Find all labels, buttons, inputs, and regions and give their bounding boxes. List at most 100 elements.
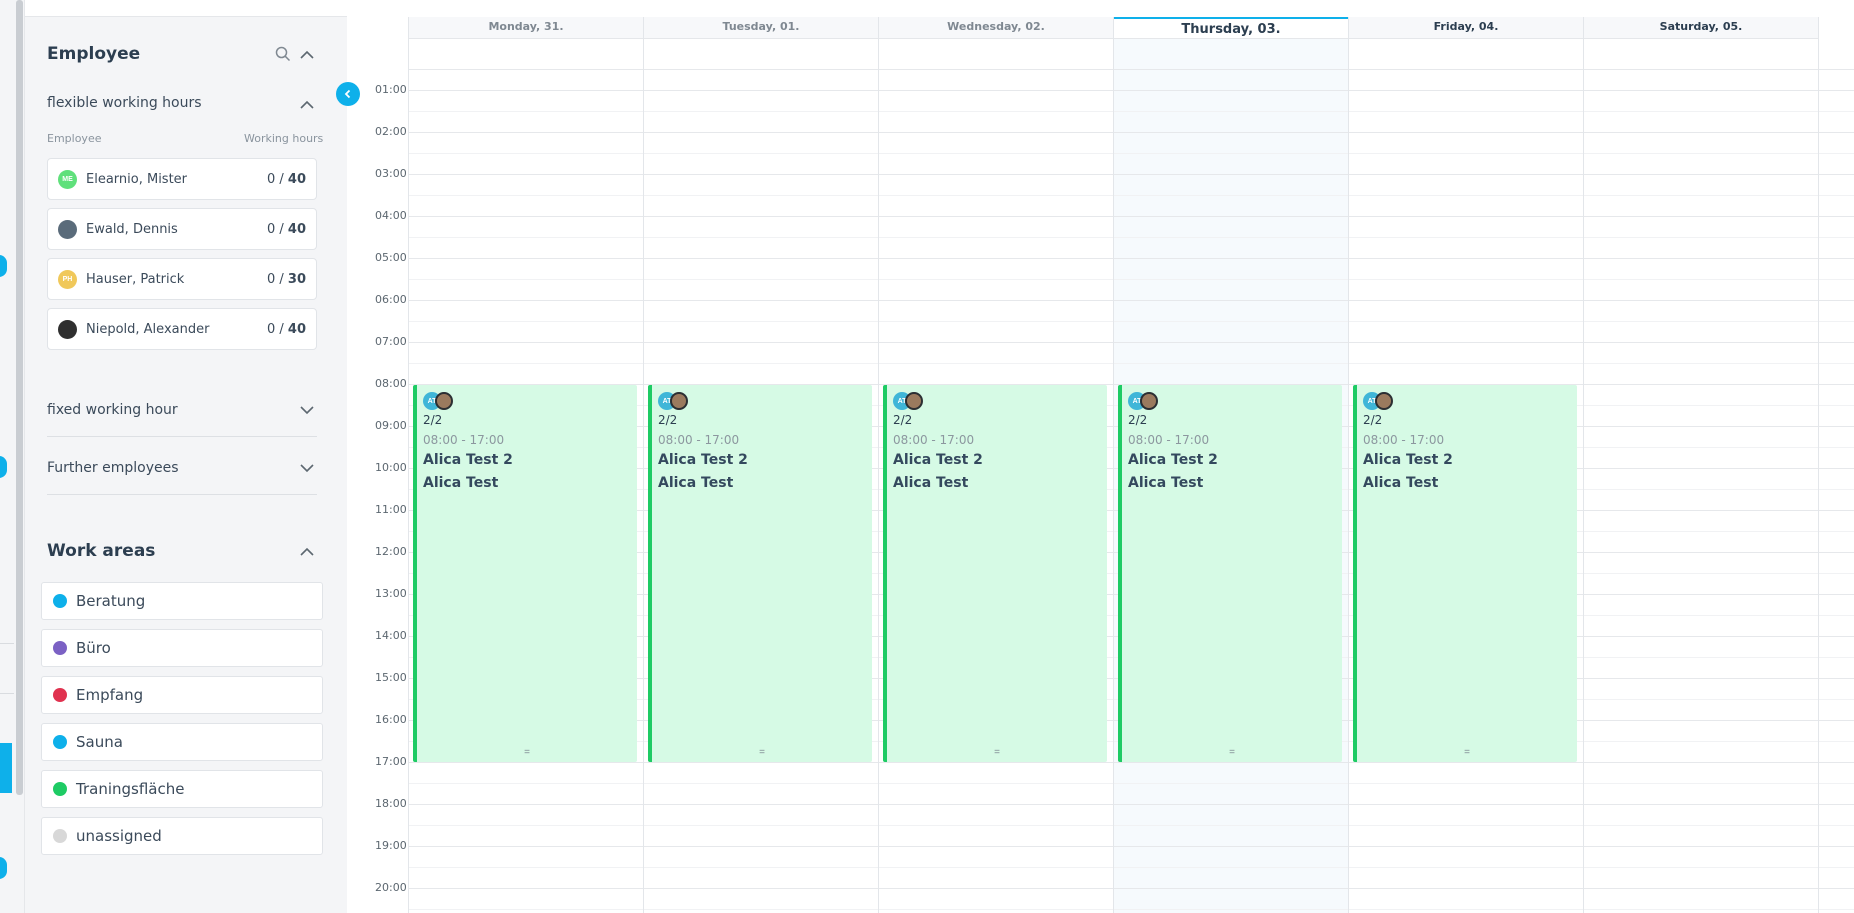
shift-staff-count: 2/2	[423, 413, 443, 427]
shift-staff-count: 2/2	[1363, 413, 1383, 427]
shift-avatars: AT	[1128, 391, 1336, 411]
flexible-hours-title[interactable]: flexible working hours	[47, 95, 202, 111]
shift-employee: Alica Test	[1128, 475, 1204, 491]
day-header[interactable]: Saturday, 05.	[1584, 17, 1818, 39]
chevron-up-icon[interactable]	[298, 45, 316, 63]
work-area-label: Empfang	[76, 686, 144, 704]
hour-gridline	[408, 132, 1854, 133]
fixed-hours-title[interactable]: fixed working hour	[47, 402, 178, 418]
rail-marker[interactable]	[0, 857, 7, 879]
half-hour-gridline	[408, 363, 1854, 364]
shift-employee: Alica Test 2	[1128, 452, 1218, 468]
further-employees-title[interactable]: Further employees	[47, 460, 179, 476]
time-label: 06:00	[375, 293, 407, 306]
hours-total: 40	[287, 221, 306, 237]
shift-time: 08:00 - 17:00	[1128, 433, 1210, 447]
shift-time: 08:00 - 17:00	[658, 433, 740, 447]
day-column-border	[878, 17, 879, 913]
day-column-border	[1348, 17, 1349, 913]
employee-card[interactable]: Ewald, Dennis 0 / 40	[47, 208, 317, 250]
employee-card[interactable]: Niepold, Alexander 0 / 40	[47, 308, 317, 350]
day-header[interactable]: Wednesday, 02.	[879, 17, 1113, 39]
shift-avatars: AT	[1363, 391, 1571, 411]
day-header[interactable]: Monday, 31.	[409, 17, 643, 39]
chevron-up-icon[interactable]	[298, 544, 316, 558]
hours-current: 0	[266, 321, 276, 337]
rail-active-indicator	[0, 743, 12, 793]
column-header-employee: Employee	[47, 132, 102, 145]
hours-total: 30	[287, 271, 306, 287]
half-hour-gridline	[408, 825, 1854, 826]
half-hour-gridline	[408, 783, 1854, 784]
avatar	[1140, 392, 1158, 410]
divider	[47, 436, 317, 437]
half-hour-gridline	[408, 237, 1854, 238]
work-area-item[interactable]: Traningsfläche	[41, 770, 323, 808]
rail-scrollbar[interactable]	[16, 0, 23, 795]
employee-card[interactable]: ME Elearnio, Mister 0 / 40	[47, 158, 317, 200]
hours-total: 40	[287, 171, 306, 187]
day-header[interactable]: Friday, 04.	[1349, 17, 1583, 39]
half-hour-gridline	[408, 321, 1854, 322]
employee-card[interactable]: PH Hauser, Patrick 0 / 30	[47, 258, 317, 300]
resize-handle-icon[interactable]: =	[652, 747, 872, 758]
half-hour-gridline	[408, 195, 1854, 196]
shift-block[interactable]: AT 2/2 08:00 - 17:00 Alica Test 2 Alica Test…	[648, 385, 872, 762]
shift-employee: Alica Test	[1363, 475, 1439, 491]
time-label: 12:00	[375, 545, 407, 558]
color-dot-icon	[53, 594, 67, 608]
hour-gridline	[408, 846, 1854, 847]
work-area-item[interactable]: Büro	[41, 629, 323, 667]
chevron-down-icon[interactable]	[298, 403, 316, 417]
work-area-label: unassigned	[76, 827, 162, 845]
avatar: ME	[58, 169, 77, 189]
shift-block[interactable]: AT 2/2 08:00 - 17:00 Alica Test 2 Alica Test…	[883, 385, 1107, 762]
avatar	[435, 392, 453, 410]
chevron-left-icon	[344, 89, 351, 99]
color-dot-icon	[53, 641, 67, 655]
rail-divider	[0, 693, 14, 694]
color-dot-icon	[53, 688, 67, 702]
work-area-item[interactable]: Beratung	[41, 582, 323, 620]
hours-current: 0	[266, 271, 276, 287]
hours-total: 40	[287, 321, 306, 337]
shift-staff-count: 2/2	[658, 413, 678, 427]
day-column-border	[408, 17, 409, 913]
collapse-sidebar-button[interactable]	[336, 82, 360, 106]
day-header[interactable]: Thursday, 03.	[1114, 17, 1348, 39]
employee-name: Hauser, Patrick	[86, 271, 185, 287]
time-label: 15:00	[375, 671, 407, 684]
shift-block[interactable]: AT 2/2 08:00 - 17:00 Alica Test 2 Alica Test…	[1353, 385, 1577, 762]
resize-handle-icon[interactable]: =	[1122, 747, 1342, 758]
work-area-item[interactable]: Empfang	[41, 676, 323, 714]
divider	[47, 494, 317, 495]
chevron-down-icon[interactable]	[298, 461, 316, 475]
hour-gridline	[408, 174, 1854, 175]
employee-name: Ewald, Dennis	[86, 221, 178, 237]
hour-gridline	[408, 258, 1854, 259]
employee-name: Elearnio, Mister	[86, 171, 188, 187]
rail-marker[interactable]	[0, 456, 7, 478]
color-dot-icon	[53, 829, 67, 843]
day-header[interactable]: Tuesday, 01.	[644, 17, 878, 39]
time-label: 16:00	[375, 713, 407, 726]
time-label: 05:00	[375, 251, 407, 264]
resize-handle-icon[interactable]: =	[417, 747, 637, 758]
shift-block[interactable]: AT 2/2 08:00 - 17:00 Alica Test 2 Alica Test…	[413, 385, 637, 762]
time-label: 02:00	[375, 125, 407, 138]
working-hours: 0 / 40	[267, 222, 306, 237]
avatar	[905, 392, 923, 410]
shift-avatars: AT	[423, 391, 631, 411]
work-area-item[interactable]: unassigned	[41, 817, 323, 855]
rail-marker[interactable]	[0, 255, 7, 277]
resize-handle-icon[interactable]: =	[1357, 747, 1577, 758]
search-icon[interactable]	[274, 45, 292, 63]
chevron-up-icon[interactable]	[298, 97, 316, 111]
resize-handle-icon[interactable]: =	[887, 747, 1107, 758]
work-area-label: Beratung	[76, 592, 146, 610]
hour-gridline	[408, 804, 1854, 805]
day-column-border	[1113, 17, 1114, 913]
shift-block[interactable]: AT 2/2 08:00 - 17:00 Alica Test 2 Alica Test…	[1118, 385, 1342, 762]
shift-staff-count: 2/2	[893, 413, 913, 427]
work-area-item[interactable]: Sauna	[41, 723, 323, 761]
